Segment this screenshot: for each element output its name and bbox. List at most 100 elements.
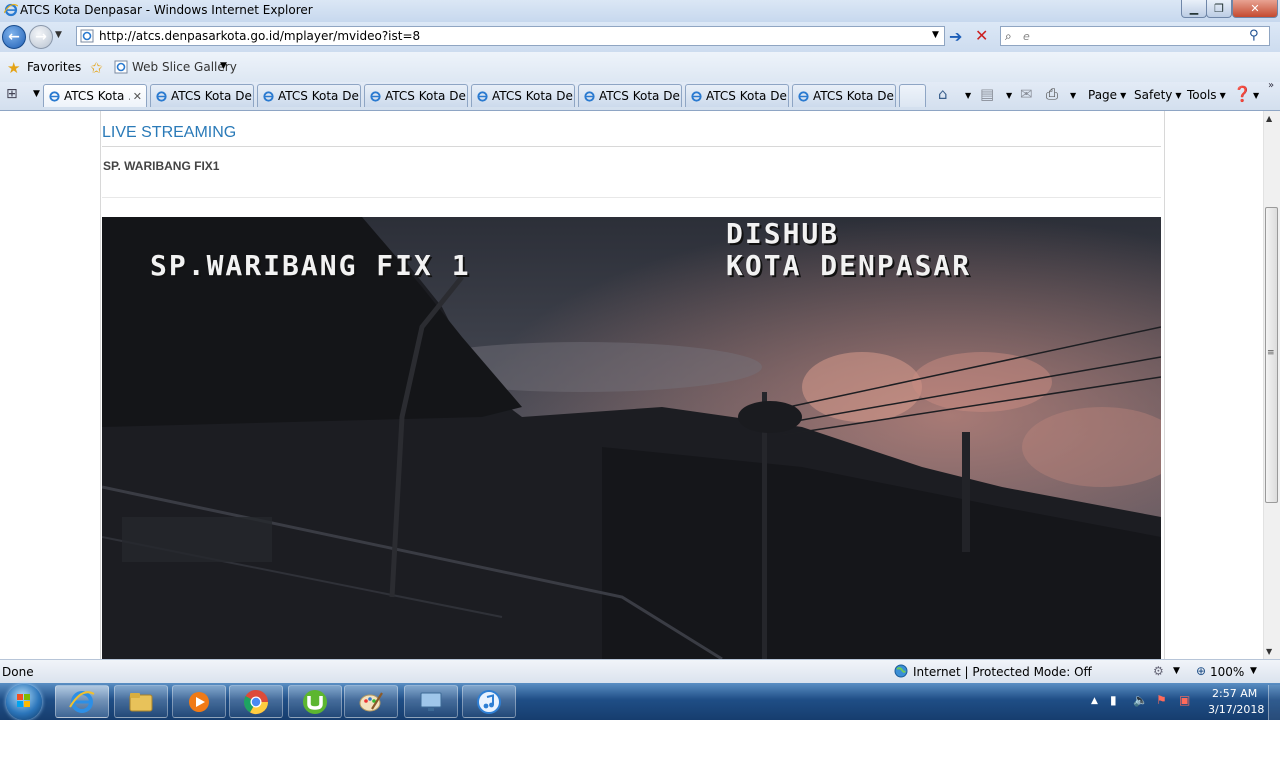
window-title: ATCS Kota Denpasar - Windows Internet Ex… xyxy=(20,3,313,17)
tab-favicon-icon xyxy=(798,90,809,102)
start-button[interactable] xyxy=(6,684,42,720)
read-mail-icon[interactable]: ✉ xyxy=(1020,85,1033,103)
taskbar-remote-desktop[interactable] xyxy=(404,685,458,718)
print-icon[interactable]: ⎙ xyxy=(1046,85,1058,103)
browser-tab[interactable]: ATCS Kota ...✕ xyxy=(43,84,147,107)
help-icon[interactable]: ❓ xyxy=(1233,85,1252,103)
clock-time[interactable]: 2:57 AM xyxy=(1212,687,1257,700)
feeds-icon[interactable]: ▤ xyxy=(980,85,994,103)
taskbar-utorrent[interactable] xyxy=(288,685,342,718)
close-tab-icon[interactable]: ✕ xyxy=(133,90,142,103)
browser-tab[interactable]: ATCS Kota De... xyxy=(150,84,254,107)
tab-label: ATCS Kota De... xyxy=(171,89,253,103)
add-to-favorites-bar-icon[interactable]: ✩ xyxy=(90,59,103,77)
tray-app-icon[interactable]: ▮ xyxy=(1110,693,1117,707)
maximize-button[interactable]: ❐ xyxy=(1206,0,1232,18)
tab-label: ATCS Kota De... xyxy=(492,89,574,103)
help-dropdown-icon[interactable]: ▼ xyxy=(1250,86,1259,104)
taskbar-paint[interactable] xyxy=(344,685,398,718)
back-button[interactable]: ← xyxy=(2,25,26,49)
forward-button[interactable]: → xyxy=(29,25,53,49)
clock-date[interactable]: 3/17/2018 xyxy=(1208,703,1264,716)
chevron-more-icon[interactable]: » xyxy=(1268,80,1274,91)
home-icon[interactable]: ⌂ xyxy=(938,85,948,103)
address-bar[interactable]: http://atcs.denpasarkota.go.id/mplayer/m… xyxy=(76,26,945,46)
title-bar: ATCS Kota Denpasar - Windows Internet Ex… xyxy=(0,0,1280,22)
volume-icon[interactable]: 🔈 xyxy=(1133,693,1148,707)
video-player[interactable]: SP.WARIBANG FIX 1 DISHUB KOTA DENPASAR xyxy=(102,217,1161,659)
status-text: Done xyxy=(2,665,34,679)
tab-label: ATCS Kota De... xyxy=(706,89,788,103)
tools-menu-label: Tools xyxy=(1187,88,1217,102)
search-icon[interactable]: ⚲ xyxy=(1249,28,1259,43)
scroll-up-icon[interactable]: ▲ xyxy=(1266,114,1272,123)
network-icon[interactable]: ▣ xyxy=(1179,693,1190,707)
feeds-dropdown-icon[interactable]: ▼ xyxy=(1003,86,1012,104)
tools-menu[interactable]: Tools ▼ xyxy=(1187,86,1226,104)
page-heading: LIVE STREAMING xyxy=(102,124,237,141)
taskbar-chrome[interactable] xyxy=(229,685,283,718)
url-text[interactable]: http://atcs.denpasarkota.go.id/mplayer/m… xyxy=(99,29,420,43)
recent-pages-dropdown[interactable]: ▼ xyxy=(55,30,62,40)
video-osd-camera: SP.WARIBANG FIX 1 xyxy=(150,249,471,282)
close-window-button[interactable]: ✕ xyxy=(1232,0,1278,18)
taskbar-itunes[interactable] xyxy=(462,685,516,718)
utorrent-icon xyxy=(303,689,327,714)
print-dropdown-icon[interactable]: ▼ xyxy=(1067,86,1076,104)
folder-icon xyxy=(129,692,153,711)
search-placeholder: e xyxy=(1023,30,1030,43)
browser-tab[interactable]: ATCS Kota De... xyxy=(471,84,575,107)
tab-list-dropdown-icon[interactable]: ▼ xyxy=(33,89,40,99)
globe-icon xyxy=(894,664,908,678)
minimize-button[interactable]: ▁ xyxy=(1181,0,1207,18)
show-hidden-icons[interactable]: ▲ xyxy=(1091,696,1098,706)
scroll-down-icon[interactable]: ▼ xyxy=(1266,647,1272,656)
safety-menu[interactable]: Safety ▼ xyxy=(1134,86,1182,104)
tab-favicon-icon xyxy=(156,90,167,102)
windows-logo-icon xyxy=(17,694,30,707)
tab-favicon-icon xyxy=(691,90,702,102)
tab-favicon-icon xyxy=(584,90,595,102)
tab-favicon-icon xyxy=(370,90,381,102)
browser-tab[interactable]: ATCS Kota De... xyxy=(685,84,789,107)
zoom-dropdown-icon[interactable]: ▼ xyxy=(1250,666,1257,676)
favorites-star-icon[interactable]: ★ xyxy=(7,59,20,77)
camera-name: SP. WARIBANG FIX1 xyxy=(103,159,220,173)
tab-label: ATCS Kota De... xyxy=(813,89,895,103)
address-dropdown-icon[interactable]: ▼ xyxy=(932,30,939,40)
tab-favicon-icon xyxy=(263,90,274,102)
search-input[interactable]: ⌕ e ⚲ xyxy=(1000,26,1270,46)
browser-tab[interactable]: ATCS Kota De... xyxy=(257,84,361,107)
popup-blocker-dropdown-icon[interactable]: ▼ xyxy=(1173,666,1180,676)
new-tab-button[interactable] xyxy=(899,84,926,107)
show-desktop-button[interactable] xyxy=(1268,685,1280,720)
taskbar-media-player[interactable] xyxy=(172,685,226,718)
internet-explorer-icon xyxy=(69,690,95,713)
video-frame xyxy=(102,217,1161,659)
browser-tab[interactable]: ATCS Kota De... xyxy=(792,84,896,107)
taskbar-internet-explorer[interactable] xyxy=(55,685,109,718)
tab-label: ATCS Kota De... xyxy=(278,89,360,103)
security-zone-text[interactable]: Internet | Protected Mode: Off xyxy=(913,665,1092,679)
page-menu[interactable]: Page ▼ xyxy=(1088,86,1126,104)
web-slice-dropdown-icon[interactable]: ▼ xyxy=(220,61,227,71)
zoom-level[interactable]: 100% xyxy=(1210,665,1244,679)
chrome-icon xyxy=(243,689,268,714)
safety-menu-label: Safety xyxy=(1134,88,1173,102)
browser-tab[interactable]: ATCS Kota De... xyxy=(364,84,468,107)
quick-tabs-icon[interactable]: ⊞ xyxy=(6,86,32,104)
zoom-icon[interactable]: ⊕ xyxy=(1196,664,1206,678)
favorites-button[interactable]: Favorites xyxy=(27,60,81,74)
action-center-icon[interactable]: ⚑ xyxy=(1156,693,1167,707)
popup-blocker-icon[interactable]: ⚙ xyxy=(1153,664,1164,678)
home-dropdown-icon[interactable]: ▼ xyxy=(962,86,971,104)
stop-button[interactable]: ✕ xyxy=(975,26,988,45)
paint-icon xyxy=(359,691,383,711)
browser-tab[interactable]: ATCS Kota De... xyxy=(578,84,682,107)
search-provider-icon[interactable]: ⌕ xyxy=(1005,29,1012,44)
media-player-icon xyxy=(189,691,209,712)
page-menu-label: Page xyxy=(1088,88,1118,102)
taskbar-file-explorer[interactable] xyxy=(114,685,168,718)
go-button[interactable]: ➔ xyxy=(949,27,962,46)
video-osd-org-line2: KOTA DENPASAR xyxy=(726,249,972,282)
